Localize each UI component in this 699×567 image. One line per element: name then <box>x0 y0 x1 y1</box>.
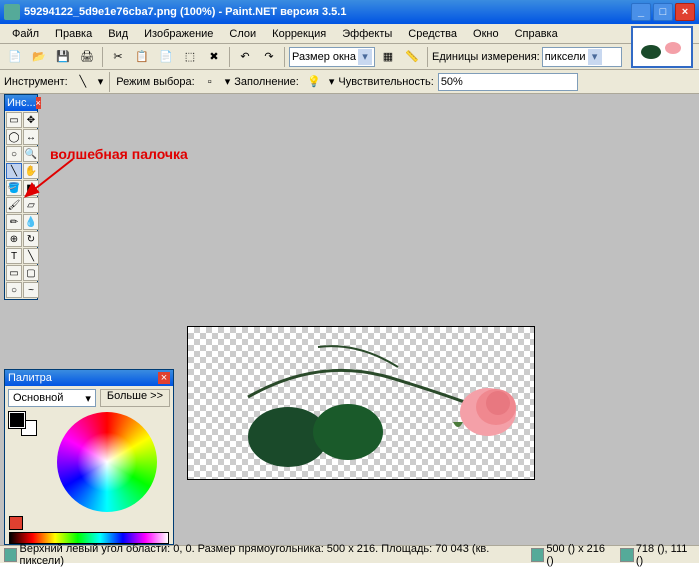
menu-bar: Файл Правка Вид Изображение Слои Коррекц… <box>0 24 699 44</box>
save-button[interactable]: 💾 <box>52 46 74 68</box>
menu-tools[interactable]: Средства <box>400 26 465 42</box>
fg-color[interactable] <box>9 412 25 428</box>
menu-window[interactable]: Окно <box>465 26 507 42</box>
menu-edit[interactable]: Правка <box>47 26 100 42</box>
chevron-down-icon: ▾ <box>588 49 602 65</box>
paste-button[interactable]: 📄 <box>155 46 177 68</box>
ruler-button[interactable]: 📏 <box>401 46 423 68</box>
separator <box>229 47 230 67</box>
tool-move-sel[interactable]: ↔ <box>23 129 39 145</box>
color-swatches[interactable] <box>9 412 37 436</box>
palette-panel: Палитра × Основной ▾ Больше >> <box>4 369 174 545</box>
close-button[interactable]: × <box>675 3 695 21</box>
tool-pencil[interactable]: ✏ <box>6 214 22 230</box>
deselect-button[interactable]: ✖ <box>203 46 225 68</box>
select-mode-label: Режим выбора: <box>116 76 194 88</box>
chevron-down-icon[interactable]: ▾ <box>98 75 104 88</box>
chevron-down-icon[interactable]: ▾ <box>225 75 231 88</box>
region-icon <box>4 548 17 562</box>
menu-file[interactable]: Файл <box>4 26 47 42</box>
menu-view[interactable]: Вид <box>100 26 136 42</box>
chevron-down-icon: ▾ <box>85 392 91 405</box>
palette-title-text: Палитра <box>8 372 52 384</box>
separator <box>102 47 103 67</box>
crop-button[interactable]: ⬚ <box>179 46 201 68</box>
status-bar: Верхний левый угол области: 0, 0. Размер… <box>0 545 699 563</box>
cursor-icon <box>620 548 633 562</box>
maximize-button[interactable]: □ <box>653 3 673 21</box>
tools-title-text: Инс... <box>7 97 36 109</box>
tool-color-picker[interactable]: 💧 <box>23 214 39 230</box>
tool-rect-select[interactable]: ▭ <box>6 112 22 128</box>
tool-freeform[interactable]: ~ <box>23 282 39 298</box>
units-value: пиксели <box>545 51 586 63</box>
tool-clone[interactable]: ⊕ <box>6 231 22 247</box>
tool-rounded-rect[interactable]: ▢ <box>23 265 39 281</box>
chevron-down-icon[interactable]: ▾ <box>329 75 335 88</box>
main-toolbar: 📄 📂 💾 🖨 ✂ 📋 📄 ⬚ ✖ ↶ ↷ Размер окна ▾ ▦ 📏 … <box>0 44 699 70</box>
units-combo[interactable]: пиксели ▾ <box>542 47 622 67</box>
tools-panel-title: Инс... × <box>5 95 37 111</box>
tool-rect[interactable]: ▭ <box>6 265 22 281</box>
tool-options-bar: Инструмент: ╲ ▾ Режим выбора: ▫ ▾ Заполн… <box>0 70 699 94</box>
resize-combo[interactable]: Размер окна ▾ <box>289 47 375 67</box>
annotation-arrow <box>18 154 78 204</box>
separator <box>427 47 428 67</box>
sensitivity-label: Чувствительность: <box>338 76 433 88</box>
tool-recolor[interactable]: ↻ <box>23 231 39 247</box>
minimize-button[interactable]: _ <box>631 3 651 21</box>
close-icon[interactable]: × <box>158 372 170 384</box>
cut-button[interactable]: ✂ <box>107 46 129 68</box>
redo-button[interactable]: ↷ <box>258 46 280 68</box>
color-wheel[interactable] <box>57 412 157 512</box>
instrument-label: Инструмент: <box>4 76 68 88</box>
tool-icon[interactable]: ╲ <box>72 71 94 93</box>
menu-effects[interactable]: Эффекты <box>334 26 400 42</box>
tool-line[interactable]: ╲ <box>23 248 39 264</box>
fill-label: Заполнение: <box>234 76 299 88</box>
open-button[interactable]: 📂 <box>28 46 50 68</box>
tool-move[interactable]: ✥ <box>23 112 39 128</box>
separator <box>284 47 285 67</box>
primary-combo[interactable]: Основной ▾ <box>8 389 96 407</box>
primary-label: Основной <box>13 392 63 404</box>
checker-background <box>188 327 534 479</box>
document-thumbnail[interactable] <box>631 26 693 68</box>
tool-text[interactable]: T <box>6 248 22 264</box>
tool-lasso[interactable]: ◯ <box>6 129 22 145</box>
units-label: Единицы измерения: <box>432 51 540 63</box>
sensitivity-input[interactable] <box>438 73 578 91</box>
print-button[interactable]: 🖨 <box>76 46 98 68</box>
rose-image <box>238 337 538 477</box>
menu-image[interactable]: Изображение <box>136 26 221 42</box>
chevron-down-icon: ▾ <box>358 49 372 65</box>
more-button[interactable]: Больше >> <box>100 389 170 407</box>
select-mode-button[interactable]: ▫ <box>199 71 221 93</box>
fill-button[interactable]: 💡 <box>303 71 325 93</box>
tool-ellipse[interactable]: ○ <box>6 282 22 298</box>
palette-title: Палитра × <box>5 370 173 386</box>
undo-button[interactable]: ↶ <box>234 46 256 68</box>
grid-button[interactable]: ▦ <box>377 46 399 68</box>
window-title: 59294122_5d9e1e76cba7.png (100%) - Paint… <box>24 6 629 18</box>
app-icon <box>4 4 20 20</box>
copy-button[interactable]: 📋 <box>131 46 153 68</box>
current-color[interactable] <box>9 516 23 530</box>
menu-layers[interactable]: Слои <box>221 26 264 42</box>
title-bar: 59294122_5d9e1e76cba7.png (100%) - Paint… <box>0 0 699 24</box>
canvas[interactable] <box>187 326 535 480</box>
menu-help[interactable]: Справка <box>507 26 566 42</box>
separator <box>109 72 110 92</box>
menu-adjust[interactable]: Коррекция <box>264 26 334 42</box>
palette-controls: Основной ▾ Больше >> <box>5 386 173 410</box>
tools-grid: ▭ ✥ ◯ ↔ ○ 🔍 ╲ ✋ 🪣 ◧ 🖌 ▱ ✏ 💧 ⊕ ↻ T ╲ ▭ ▢ … <box>5 111 37 299</box>
close-icon[interactable]: × <box>36 97 41 109</box>
size-icon <box>531 548 544 562</box>
new-button[interactable]: 📄 <box>4 46 26 68</box>
resize-label: Размер окна <box>292 51 356 63</box>
